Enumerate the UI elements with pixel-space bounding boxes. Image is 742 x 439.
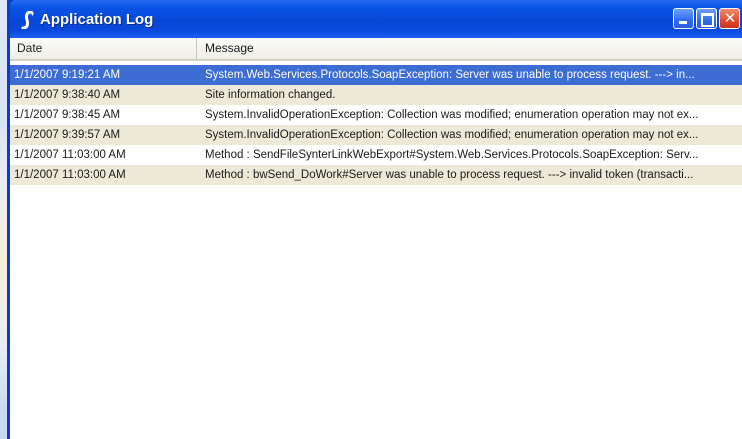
window-title: Application Log: [40, 11, 154, 28]
row-message: System.InvalidOperationException: Collec…: [205, 109, 699, 121]
row-date: 1/1/2007 9:38:45 AM: [14, 109, 121, 121]
row-message: Method : SendFileSynterLinkWebExport#Sys…: [205, 149, 699, 161]
column-header-message[interactable]: Message: [198, 38, 742, 59]
maximize-icon: [701, 13, 714, 27]
column-header-date[interactable]: Date: [10, 38, 197, 59]
table-row[interactable]: 1/1/2007 11:03:00 AM Method : bwSend_DoW…: [10, 165, 742, 185]
title-bar[interactable]: Application Log ✕: [10, 0, 742, 38]
close-icon: ✕: [723, 9, 737, 27]
row-date: 1/1/2007 11:03:00 AM: [14, 169, 126, 181]
minimize-icon: [679, 21, 687, 24]
table-row[interactable]: 1/1/2007 9:38:40 AM Site information cha…: [10, 85, 742, 105]
log-grid: Date Message 1/1/2007 9:19:21 AM System.…: [10, 38, 742, 439]
row-message: System.InvalidOperationException: Collec…: [205, 129, 699, 141]
grid-header: Date Message: [10, 38, 742, 61]
maximize-button[interactable]: [696, 8, 717, 29]
close-button[interactable]: ✕: [719, 8, 740, 29]
row-date: 1/1/2007 9:39:57 AM: [14, 129, 121, 141]
table-row[interactable]: 1/1/2007 11:03:00 AM Method : SendFileSy…: [10, 145, 742, 165]
table-row[interactable]: 1/1/2007 9:38:45 AM System.InvalidOperat…: [10, 105, 742, 125]
row-date: 1/1/2007 11:03:00 AM: [14, 149, 126, 161]
table-row[interactable]: 1/1/2007 9:19:21 AM System.Web.Services.…: [10, 65, 742, 85]
row-message: Site information changed.: [205, 89, 336, 101]
row-message: System.Web.Services.Protocols.SoapExcept…: [205, 69, 695, 81]
script-s-icon: [21, 11, 34, 29]
application-log-window: Application Log ✕ Date Message 1/1/2007 …: [7, 0, 742, 439]
row-date: 1/1/2007 9:38:40 AM: [14, 89, 121, 101]
table-row[interactable]: 1/1/2007 9:39:57 AM System.InvalidOperat…: [10, 125, 742, 145]
minimize-button[interactable]: [673, 8, 694, 29]
row-message: Method : bwSend_DoWork#Server was unable…: [205, 169, 694, 181]
grid-rows: 1/1/2007 9:19:21 AM System.Web.Services.…: [10, 65, 742, 185]
row-date: 1/1/2007 9:19:21 AM: [14, 69, 121, 81]
